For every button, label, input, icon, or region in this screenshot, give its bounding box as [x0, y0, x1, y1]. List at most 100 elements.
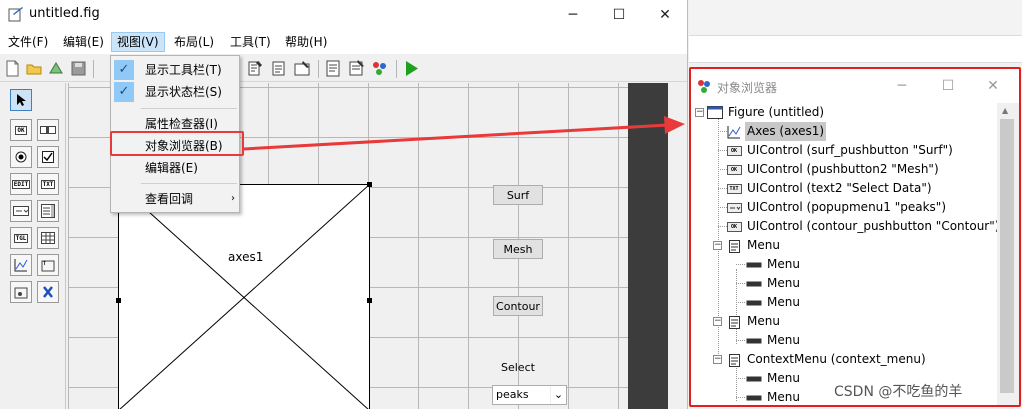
tree-connector — [736, 378, 745, 379]
tree-node-uicontrol[interactable]: UIControl (popupmenu1 "peaks") — [726, 198, 948, 217]
maximize-button[interactable]: ☐ — [596, 0, 642, 30]
menu-item-icon — [746, 258, 762, 272]
scrollbar-thumb[interactable] — [1000, 119, 1014, 393]
tree-node-figure[interactable]: Figure (untitled) — [707, 103, 826, 122]
tree-node-label: Axes (axes1) — [745, 122, 827, 141]
menu-edit[interactable]: 编辑(E) — [58, 32, 109, 52]
listbox-tool[interactable] — [37, 200, 59, 222]
slider-tool[interactable] — [37, 119, 59, 141]
toggle-button-tool[interactable]: TGL — [10, 227, 32, 249]
highlight-box — [110, 131, 244, 156]
menu-view[interactable]: 视图(V) — [111, 32, 165, 52]
tree-node-uicontrol[interactable]: TXT UIControl (text2 "Select Data") — [726, 179, 934, 198]
align-objects-icon[interactable] — [246, 59, 265, 78]
menu-item-show-statusbar[interactable]: ✓ 显示状态栏(S) — [112, 81, 239, 103]
tree-node-label: Menu — [767, 390, 800, 404]
expander-collapse-icon[interactable]: − — [713, 241, 722, 250]
select-tool[interactable] — [10, 89, 32, 111]
tree-node-menu[interactable]: Menu — [726, 236, 782, 255]
object-browser-icon[interactable] — [370, 59, 389, 78]
tree-node-uicontrol[interactable]: OK UIControl (surf_pushbutton "Surf") — [726, 141, 955, 160]
resize-handle[interactable] — [367, 182, 372, 187]
menu-item-label: 显示状态栏(S) — [145, 85, 222, 99]
data-popup-menu[interactable]: peaks ⌄ — [492, 385, 567, 405]
property-inspector-icon[interactable] — [347, 59, 366, 78]
toggle-button-tool-icon: TGL — [13, 233, 29, 243]
tab-order-editor-icon[interactable] — [293, 59, 312, 78]
tree-node-menu-item[interactable]: Menu — [746, 293, 802, 312]
table-icon — [41, 232, 55, 244]
menu-item-show-toolbar[interactable]: ✓ 显示工具栏(T) — [112, 59, 239, 81]
run-figure-icon[interactable] — [402, 59, 421, 78]
tree-node-menu-item[interactable]: Menu — [746, 331, 802, 350]
resize-handle[interactable] — [367, 298, 372, 303]
tree-node-label: UIControl (pushbutton2 "Mesh") — [747, 162, 939, 176]
table-tool[interactable] — [37, 227, 59, 249]
menu-item-view-callbacks[interactable]: 查看回调 › — [112, 188, 239, 210]
panel-icon: T — [41, 260, 55, 272]
activex-tool[interactable] — [37, 281, 59, 303]
save-icon[interactable] — [69, 59, 88, 78]
arrow-pointer-icon — [17, 94, 26, 106]
static-text-tool[interactable]: TXT — [37, 173, 59, 195]
menu-separator — [141, 108, 237, 109]
open-folder-icon[interactable] — [25, 59, 44, 78]
tree-node-label: UIControl (surf_pushbutton "Surf") — [747, 143, 953, 157]
resize-handle[interactable] — [116, 298, 121, 303]
tree-node-menu-item[interactable]: Menu — [746, 255, 802, 274]
expander-collapse-icon[interactable]: − — [695, 108, 704, 117]
popup-menu-tool[interactable] — [10, 200, 32, 222]
tree-node-menu-item[interactable]: Menu — [746, 388, 802, 405]
tree-node-label: UIControl (popupmenu1 "peaks") — [747, 200, 947, 214]
axes1-component[interactable]: axes1 — [118, 184, 370, 409]
tree-node-uicontrol[interactable]: OK UIControl (contour_pushbutton "Contou… — [726, 217, 997, 236]
tree-node-label: Menu — [767, 276, 800, 290]
edit-text-tool-icon: EDIT — [11, 179, 31, 189]
tree-node-menu-item[interactable]: Menu — [746, 369, 802, 388]
select-data-label: Select — [501, 361, 535, 374]
menu-layout[interactable]: 布局(L) — [169, 32, 219, 52]
maximize-button[interactable]: ☐ — [925, 69, 971, 103]
close-button[interactable]: ✕ — [970, 69, 1016, 103]
menu-tools[interactable]: 工具(T) — [225, 32, 276, 52]
panel-tool[interactable]: T — [37, 254, 59, 276]
object-browser-title: 对象浏览器 — [717, 81, 778, 95]
object-tree-scrollbar[interactable]: ▲ — [997, 103, 1019, 405]
menu-item-editor[interactable]: 编辑器(E) — [112, 157, 239, 179]
menu-item-label: 显示工具栏(T) — [145, 63, 222, 77]
contour-button[interactable]: Contour — [493, 296, 543, 316]
axes-tool[interactable] — [10, 254, 32, 276]
tree-connector — [736, 340, 745, 341]
menu-file[interactable]: 文件(F) — [3, 32, 53, 52]
scroll-up-icon[interactable]: ▲ — [1002, 106, 1008, 115]
tree-node-context-menu[interactable]: ContextMenu (context_menu) — [726, 350, 928, 369]
tree-connector — [736, 397, 745, 398]
tree-node-uicontrol[interactable]: OK UIControl (pushbutton2 "Mesh") — [726, 160, 941, 179]
minimize-button[interactable]: ─ — [550, 0, 596, 30]
pushbutton-tool[interactable]: OK — [10, 119, 32, 141]
new-file-icon[interactable] — [3, 59, 22, 78]
checkbox-tool[interactable] — [37, 146, 59, 168]
vertical-scrollbar[interactable] — [668, 83, 687, 409]
tree-node-menu[interactable]: Menu — [726, 312, 782, 331]
menu-editor-icon[interactable] — [270, 59, 289, 78]
surf-button[interactable]: Surf — [493, 185, 543, 205]
check-icon: ✓ — [114, 82, 134, 102]
expander-collapse-icon[interactable]: − — [713, 317, 722, 326]
guide-window: untitled.fig ─ ☐ ✕ 文件(F) 编辑(E) 视图(V) 布局(… — [0, 0, 688, 409]
minimize-button[interactable]: ─ — [879, 69, 925, 103]
tree-node-axes[interactable]: Axes (axes1) — [726, 122, 827, 141]
menu-help[interactable]: 帮助(H) — [280, 32, 332, 52]
menu-item-icon — [746, 391, 762, 405]
mfile-editor-icon[interactable] — [324, 59, 343, 78]
tree-node-menu-item[interactable]: Menu — [746, 274, 802, 293]
radiobutton-tool[interactable] — [10, 146, 32, 168]
expander-collapse-icon[interactable]: − — [713, 355, 722, 364]
button-group-tool[interactable] — [10, 281, 32, 303]
export-icon[interactable] — [47, 59, 66, 78]
popup-icon — [13, 206, 29, 216]
close-button[interactable]: ✕ — [642, 0, 687, 30]
mesh-button[interactable]: Mesh — [493, 239, 543, 259]
axes1-label: axes1 — [226, 250, 266, 264]
edit-text-tool[interactable]: EDIT — [10, 173, 32, 195]
